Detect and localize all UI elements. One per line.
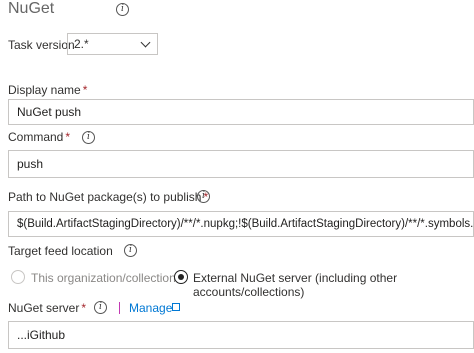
display-name-label: Display name * xyxy=(8,83,87,97)
info-icon[interactable]: i xyxy=(116,3,129,16)
info-icon[interactable]: i xyxy=(82,131,95,144)
required-marker: * xyxy=(82,83,88,97)
radio-external-server[interactable] xyxy=(174,270,188,284)
radio-label-this-organization: This organization/collection xyxy=(31,271,176,285)
info-icon[interactable]: i xyxy=(124,244,137,257)
nuget-server-value: ...iGithub xyxy=(17,328,66,342)
radio-label-external-server: External NuGet server (including other a… xyxy=(193,271,398,299)
target-feed-label: Target feed location xyxy=(8,244,113,258)
command-select[interactable]: push xyxy=(8,150,474,178)
command-label: Command * xyxy=(8,130,70,144)
nuget-server-label: NuGet server * xyxy=(8,301,86,315)
required-marker: * xyxy=(81,301,87,315)
task-version-label: Task version xyxy=(8,38,75,52)
path-label: Path to NuGet package(s) to publish * xyxy=(8,190,208,204)
external-link-icon xyxy=(172,303,180,311)
command-label-text: Command xyxy=(8,130,64,144)
separator xyxy=(119,302,120,314)
task-title: NuGet xyxy=(8,0,55,17)
task-version-select[interactable]: 2.* xyxy=(67,33,158,55)
info-icon[interactable]: i xyxy=(197,190,210,203)
nuget-server-select[interactable]: ...iGithub xyxy=(8,321,474,349)
path-label-text: Path to NuGet package(s) to publish xyxy=(8,190,202,204)
chevron-down-icon xyxy=(140,37,151,48)
info-icon[interactable]: i xyxy=(94,301,107,314)
manage-link[interactable]: Manage xyxy=(129,301,172,315)
task-version-value: 2.* xyxy=(74,37,89,51)
radio-this-organization[interactable] xyxy=(11,270,25,284)
display-name-input[interactable]: NuGet push xyxy=(8,99,474,125)
required-marker: * xyxy=(65,130,71,144)
display-name-label-text: Display name xyxy=(8,83,81,97)
nuget-server-label-text: NuGet server xyxy=(8,301,80,315)
path-input[interactable]: $(Build.ArtifactStagingDirectory)/**/*.n… xyxy=(8,211,474,237)
